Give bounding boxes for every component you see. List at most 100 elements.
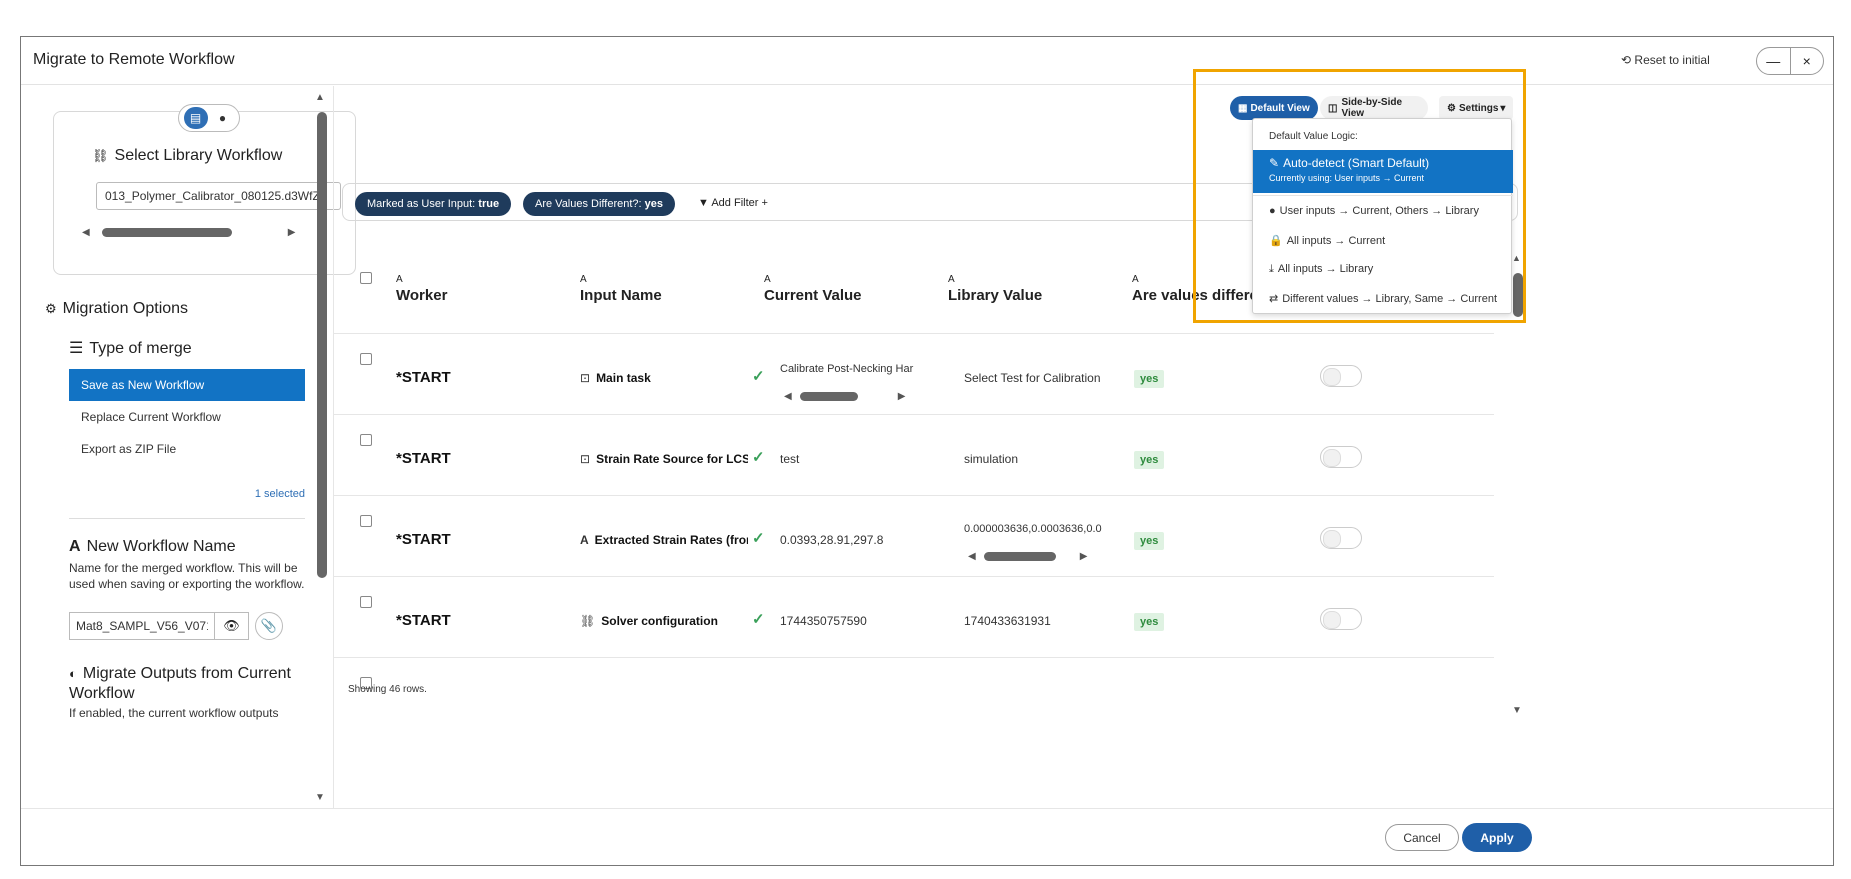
toggle-icon: ◐ <box>69 666 77 681</box>
workflow-name-input[interactable] <box>69 612 215 640</box>
library-value-cell: Select Test for Calibration <box>964 371 1101 385</box>
option-auto-detect[interactable]: ✎ Auto-detect (Smart Default) Currently u… <box>1253 150 1513 193</box>
row-checkbox[interactable] <box>360 434 372 446</box>
check-icon: ✓ <box>752 368 765 385</box>
eye-icon[interactable]: 👁 <box>215 612 249 640</box>
dropdown-header: Default Value Logic: <box>1269 131 1358 142</box>
left-scroll-thumb[interactable] <box>317 112 327 578</box>
current-value-hscroll[interactable]: ◀ ▶ <box>784 389 914 403</box>
col-current-value[interactable]: A Current Value <box>764 274 862 304</box>
migrate-outputs-title: ◐ Migrate Outputs from Current Workflow <box>69 665 291 702</box>
scroll-down-icon[interactable]: ▼ <box>315 792 325 803</box>
library-hscroll[interactable]: ◀ ▶ <box>82 225 318 239</box>
scroll-left-icon[interactable]: ◀ <box>82 227 90 238</box>
filter-chip-values-different[interactable]: Are Values Different?: yes <box>523 192 676 216</box>
option-all-library[interactable]: ⤓ All inputs → Library <box>1269 263 1373 276</box>
table-scroll-thumb[interactable] <box>1513 273 1523 317</box>
scroll-right-icon[interactable]: ▶ <box>1080 551 1088 562</box>
scroll-thumb[interactable] <box>983 551 1056 561</box>
dropdown-box-icon: ⊡ <box>580 452 591 466</box>
option-different-values[interactable]: ⇄ Different values → Library, Same → Curr… <box>1269 292 1497 305</box>
scroll-thumb[interactable] <box>101 227 232 237</box>
table-row[interactable]: *START ⛓ Solver configuration ✓ 174435075… <box>334 578 1494 658</box>
table-row[interactable] <box>334 659 1494 689</box>
worker-cell: *START <box>396 531 451 548</box>
row-checkbox[interactable] <box>360 353 372 365</box>
table-vscroll[interactable]: ▲ ▼ <box>1510 251 1526 721</box>
type-a-icon: A <box>948 274 955 285</box>
user-icon[interactable]: ● <box>211 107 235 129</box>
selected-count: 1 selected <box>254 488 305 500</box>
scroll-down-icon[interactable]: ▼ <box>1512 705 1522 716</box>
row-checkbox[interactable] <box>360 596 372 608</box>
col-worker[interactable]: A Worker <box>396 274 447 304</box>
cancel-button[interactable]: Cancel <box>1385 824 1459 851</box>
caret-down-icon: ▾ <box>1500 102 1506 114</box>
migrate-outputs-help: If enabled, the current workflow outputs <box>69 706 279 720</box>
columns-icon: ◫ <box>1328 102 1338 114</box>
funnel-icon: ▼ <box>698 197 709 209</box>
title-bar: Migrate to Remote Workflow ⟲ Reset to in… <box>21 37 1833 85</box>
col-input-name[interactable]: A Input Name <box>580 274 662 304</box>
dropdown-divider <box>1253 195 1513 196</box>
row-checkbox[interactable] <box>360 515 372 527</box>
default-view-button[interactable]: ▦ Default View <box>1230 96 1318 120</box>
row-toggle[interactable] <box>1320 446 1362 468</box>
swap-icon: ⇄ <box>1269 293 1279 305</box>
library-value-hscroll[interactable]: ◀ ▶ <box>968 549 1108 563</box>
merge-option-save-new[interactable]: Save as New Workflow <box>69 369 305 401</box>
migration-options-title: ⚙ Migration Options <box>45 300 189 317</box>
check-icon: ✓ <box>752 449 765 466</box>
col-library-value[interactable]: A Library Value <box>948 274 1042 304</box>
apply-button[interactable]: Apply <box>1462 823 1532 852</box>
scroll-right-icon[interactable]: ▶ <box>288 227 296 238</box>
settings-button[interactable]: ⚙ Settings ▾ <box>1439 96 1513 120</box>
merge-option-replace[interactable]: Replace Current Workflow <box>69 401 305 433</box>
minimize-button[interactable]: — <box>1757 48 1791 74</box>
option-all-current[interactable]: 🔒 All inputs → Current <box>1269 234 1385 247</box>
select-all-checkbox[interactable] <box>360 272 372 284</box>
text-a-icon: A <box>69 538 81 555</box>
scroll-thumb[interactable] <box>799 391 858 401</box>
dropdown-box-icon: ⊡ <box>580 371 591 385</box>
new-workflow-name-title: A New Workflow Name <box>69 538 236 555</box>
scroll-right-icon[interactable]: ▶ <box>898 391 906 402</box>
scroll-up-icon[interactable]: ▲ <box>1512 253 1521 263</box>
row-toggle[interactable] <box>1320 608 1362 630</box>
link-icon: ⛓ <box>92 148 109 163</box>
dialog-footer: Cancel Apply <box>21 808 1833 866</box>
add-filter-button[interactable]: ▼ Add Filter + <box>698 197 768 209</box>
table-row[interactable]: *START ⊡ Strain Rate Source for LCSR ✓ te… <box>334 416 1494 496</box>
table-row[interactable]: *START A Extracted Strain Rates (fror ✓ 0… <box>334 497 1494 577</box>
worker-cell: *START <box>396 450 451 467</box>
paperclip-icon[interactable]: 📎 <box>255 612 283 640</box>
row-toggle[interactable] <box>1320 365 1362 387</box>
scroll-left-icon[interactable]: ◀ <box>968 551 976 562</box>
undo-icon: ⟲ <box>1621 53 1632 67</box>
diff-badge: yes <box>1134 613 1165 631</box>
list-icon[interactable]: ▤ <box>183 107 208 129</box>
diff-badge: yes <box>1134 451 1165 469</box>
close-button[interactable]: × <box>1791 48 1824 74</box>
library-workflow-input[interactable] <box>96 182 341 210</box>
check-icon: ✓ <box>752 611 765 628</box>
plus-icon: + <box>761 197 768 209</box>
left-vscroll[interactable]: ▲ ▼ <box>315 92 329 808</box>
scroll-up-icon[interactable]: ▲ <box>315 92 325 103</box>
reset-button[interactable]: ⟲ Reset to initial <box>1621 53 1710 67</box>
merge-option-export-zip[interactable]: Export as ZIP File <box>69 433 305 465</box>
main-panel: ▦ Default View ◫ Side-by-Side View ⚙ Settin… <box>333 86 1833 808</box>
row-toggle[interactable] <box>1320 527 1362 549</box>
user-icon: ● <box>1269 205 1276 217</box>
library-card: ▤ ● ⛓Select Library Workflow ◀ ▶ <box>53 104 356 275</box>
side-by-side-button[interactable]: ◫ Side-by-Side View <box>1320 96 1428 120</box>
option-user-inputs-current[interactable]: ● User inputs → Current, Others → Library <box>1269 205 1479 217</box>
filter-chip-user-input[interactable]: Marked as User Input: true <box>355 192 512 216</box>
type-of-merge-title: ☰ Type of merge <box>69 340 192 357</box>
lock-icon: 🔒 <box>1269 235 1283 247</box>
scroll-left-icon[interactable]: ◀ <box>784 391 792 402</box>
current-value-cell: 0.0393,28.91,297.8 <box>780 533 884 547</box>
link-icon: ⛓ <box>580 614 596 628</box>
gears-icon: ⚙ <box>45 301 57 316</box>
table-row[interactable]: *START ⊡ Main task ✓ Calibrate Post-Necki… <box>334 335 1494 415</box>
